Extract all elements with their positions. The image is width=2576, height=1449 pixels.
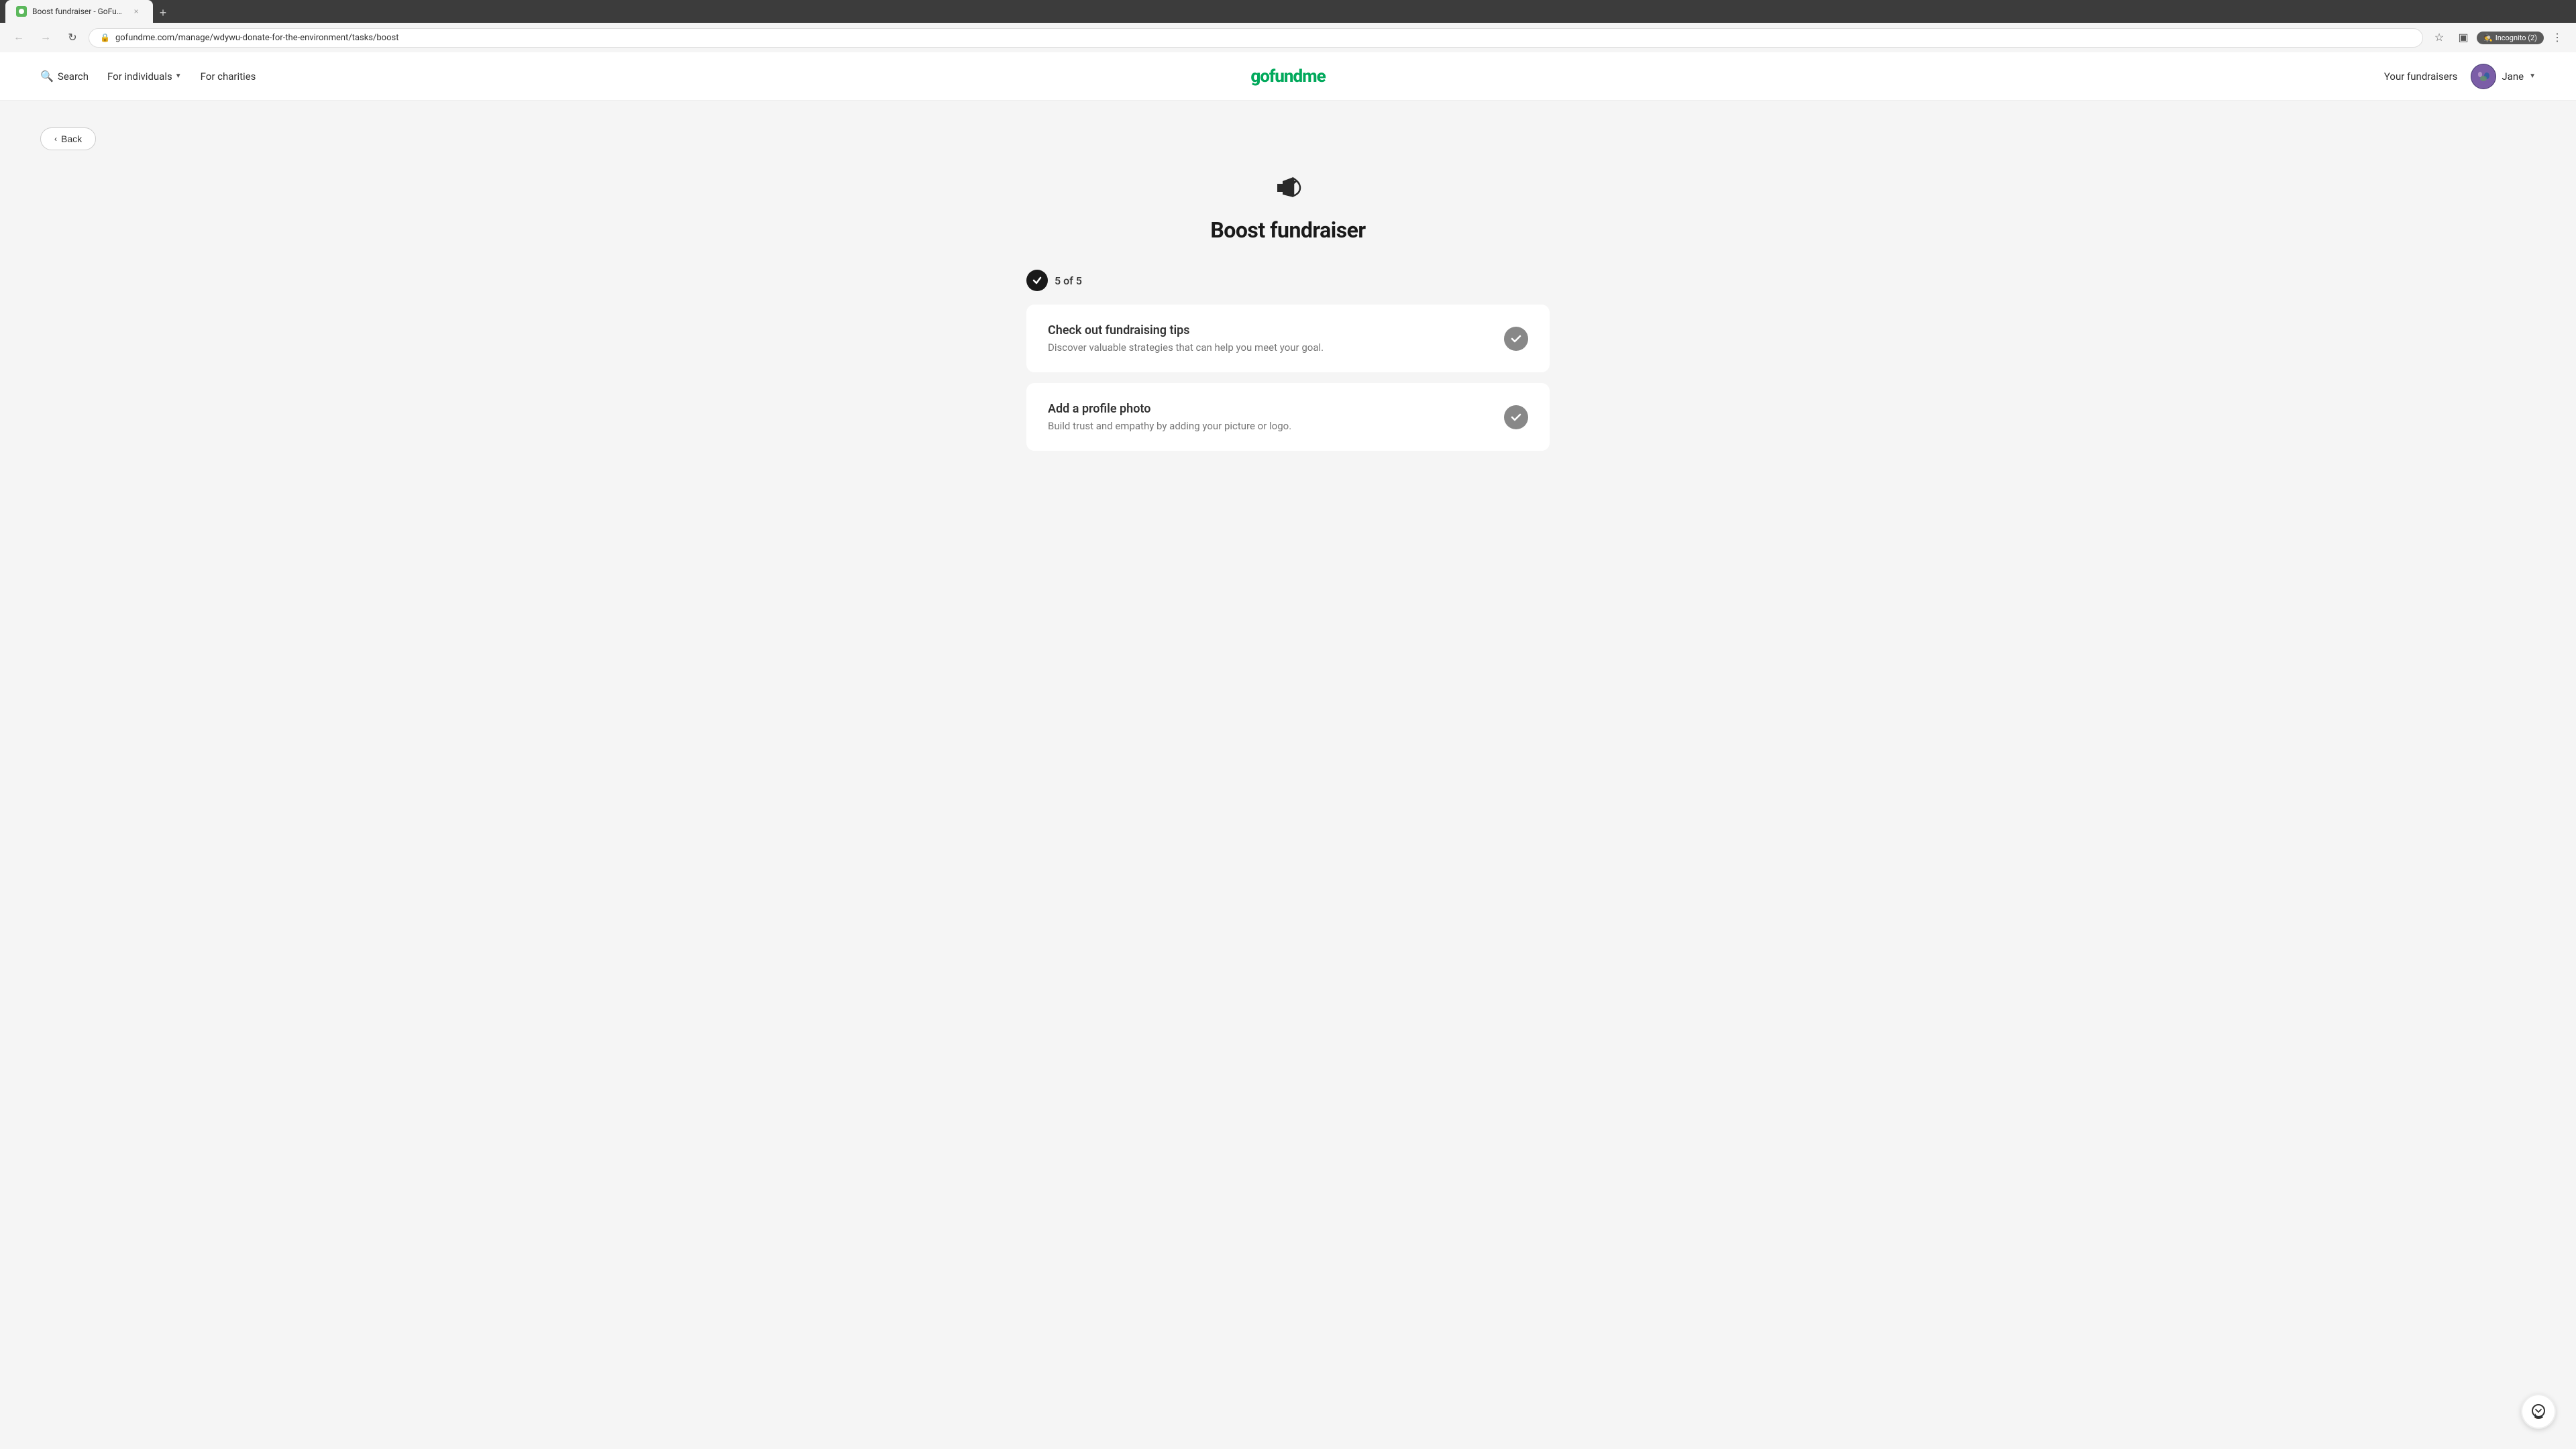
for-individuals-nav-item[interactable]: For individuals ▼ (107, 70, 182, 83)
browser-actions: ☆ ▣ 🕵 Incognito (2) ⋮ (2428, 27, 2568, 48)
avatar (2471, 64, 2496, 89)
website: 🔍 Search For individuals ▼ For charities… (0, 52, 2576, 1434)
back-nav-button[interactable]: ← (8, 27, 30, 48)
for-charities-nav-item[interactable]: For charities (201, 70, 256, 83)
incognito-label: Incognito (2) (2496, 34, 2537, 42)
tab-bar: Boost fundraiser - GoFundMe × + (0, 0, 2576, 23)
hero-section: Boost fundraiser (40, 164, 2536, 243)
task-card-photo-title: Add a profile photo (1048, 402, 1491, 416)
progress-check-icon (1026, 270, 1048, 291)
progress-section: 5 of 5 Check out fundraising tips Discov… (1026, 270, 1550, 451)
your-fundraisers-link[interactable]: Your fundraisers (2384, 70, 2458, 83)
forward-nav-button[interactable]: → (35, 27, 56, 48)
task-completed-check-1 (1504, 405, 1528, 429)
for-charities-label: For charities (201, 70, 256, 83)
chat-button[interactable] (2521, 1394, 2556, 1429)
task-card-tips-desc: Discover valuable strategies that can he… (1048, 341, 1491, 354)
nav-right: Your fundraisers Jane ▼ (2384, 64, 2536, 89)
back-button-label: Back (61, 133, 82, 144)
search-icon: 🔍 (40, 70, 54, 83)
hero-icon (40, 164, 2536, 209)
main-nav: 🔍 Search For individuals ▼ For charities… (0, 52, 2576, 101)
incognito-icon: 🕵 (2483, 34, 2493, 42)
tab-title: Boost fundraiser - GoFundMe (32, 7, 125, 16)
active-tab[interactable]: Boost fundraiser - GoFundMe × (5, 0, 153, 23)
task-card-tips[interactable]: Check out fundraising tips Discover valu… (1026, 305, 1550, 372)
progress-badge: 5 of 5 (1026, 270, 1550, 291)
menu-button[interactable]: ⋮ (2546, 27, 2568, 48)
bookmark-button[interactable]: ☆ (2428, 27, 2450, 48)
task-card-tips-title: Check out fundraising tips (1048, 323, 1491, 337)
for-individuals-chevron-icon: ▼ (175, 72, 182, 80)
search-nav-label: Search (58, 70, 89, 83)
user-name-label: Jane (2502, 70, 2524, 83)
search-nav-item[interactable]: 🔍 Search (40, 70, 89, 83)
address-bar[interactable]: 🔒 gofundme.com/manage/wdywu-donate-for-t… (89, 28, 2423, 48)
address-bar-row: ← → ↻ 🔒 gofundme.com/manage/wdywu-donate… (0, 23, 2576, 52)
refresh-button[interactable]: ↻ (62, 27, 83, 48)
tab-favicon (16, 6, 27, 17)
new-tab-button[interactable]: + (153, 3, 173, 23)
nav-center: gofundme (1250, 66, 1325, 87)
user-menu[interactable]: Jane ▼ (2471, 64, 2536, 89)
task-completed-check-0 (1504, 327, 1528, 351)
incognito-badge[interactable]: 🕵 Incognito (2) (2477, 32, 2544, 44)
tab-close-button[interactable]: × (130, 5, 142, 17)
task-card-tips-content: Check out fundraising tips Discover valu… (1048, 323, 1491, 354)
back-button[interactable]: ‹ Back (40, 127, 96, 150)
browser-chrome: Boost fundraiser - GoFundMe × + ← → ↻ 🔒 … (0, 0, 2576, 52)
task-card-photo-content: Add a profile photo Build trust and empa… (1048, 402, 1491, 432)
hero-title: Boost fundraiser (40, 217, 2536, 243)
sidebar-button[interactable]: ▣ (2453, 27, 2474, 48)
task-card-photo-desc: Build trust and empathy by adding your p… (1048, 420, 1491, 432)
lock-icon: 🔒 (100, 33, 110, 42)
nav-left: 🔍 Search For individuals ▼ For charities (40, 70, 256, 83)
url-text: gofundme.com/manage/wdywu-donate-for-the… (115, 33, 2412, 43)
main-content: ‹ Back (0, 101, 2576, 1434)
progress-text: 5 of 5 (1055, 274, 1082, 287)
task-card-photo[interactable]: Add a profile photo Build trust and empa… (1026, 383, 1550, 451)
gofundme-logo[interactable]: gofundme (1250, 66, 1325, 87)
user-chevron-icon: ▼ (2529, 72, 2536, 80)
back-chevron-icon: ‹ (54, 134, 57, 144)
for-individuals-label: For individuals (107, 70, 172, 83)
